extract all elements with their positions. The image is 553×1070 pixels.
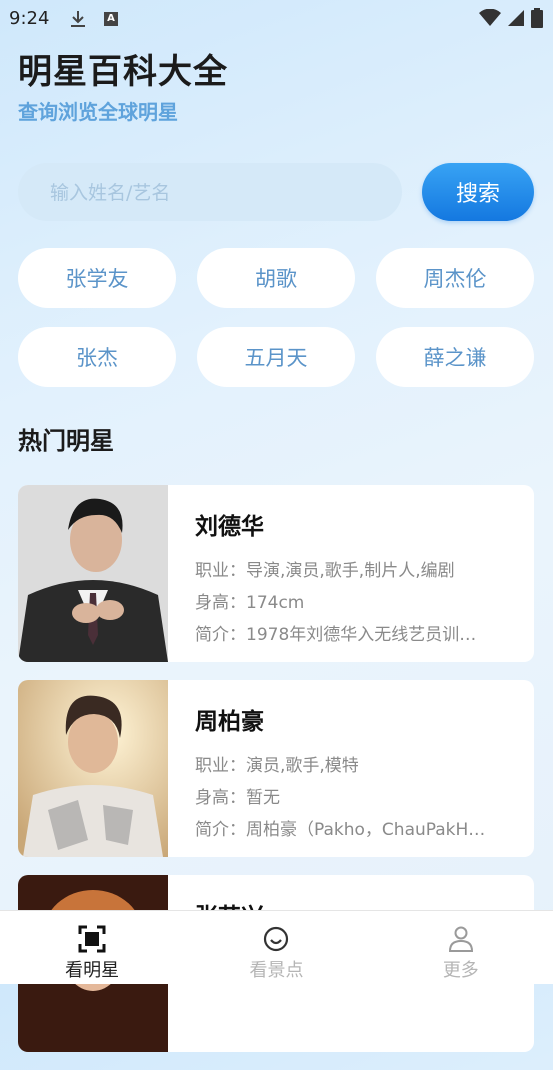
star-intro: 简介：周柏豪（Pakho，ChauPakH… xyxy=(195,820,486,840)
star-card[interactable]: 周柏豪 职业：演员,歌手,模特 身高：暂无 简介：周柏豪（Pakho，ChauP… xyxy=(18,680,534,857)
tag-button[interactable]: 张杰 xyxy=(18,327,176,387)
star-height: 身高：174cm xyxy=(195,593,305,613)
tag-button[interactable]: 张学友 xyxy=(18,248,176,308)
download-icon xyxy=(70,9,86,33)
star-card[interactable]: 刘德华 职业：导演,演员,歌手,制片人,编剧 身高：174cm 简介：1978年… xyxy=(18,485,534,662)
star-info: 周柏豪 职业：演员,歌手,模特 身高：暂无 简介：周柏豪（Pakho，ChauP… xyxy=(195,702,520,846)
smile-icon xyxy=(264,926,289,952)
status-time: 9:24 xyxy=(9,8,50,29)
tag-button[interactable]: 薛之谦 xyxy=(376,327,534,387)
tag-button[interactable]: 周杰伦 xyxy=(376,248,534,308)
status-bar: 9:24 A xyxy=(0,0,553,40)
status-icons xyxy=(479,8,543,28)
star-photo xyxy=(18,680,168,857)
battery-icon xyxy=(531,8,543,28)
nav-item-stars[interactable]: 看明星 xyxy=(0,911,184,984)
star-occupation: 职业：导演,演员,歌手,制片人,编剧 xyxy=(195,561,455,581)
scan-frame-icon xyxy=(78,925,106,953)
page-title: 明星百科大全 xyxy=(18,52,228,92)
app-notification-icon: A xyxy=(104,12,118,26)
search-input[interactable] xyxy=(48,163,382,223)
star-height: 身高：暂无 xyxy=(195,788,280,808)
bottom-nav: 看明星 看景点 更多 xyxy=(0,910,553,984)
nav-label: 看景点 xyxy=(249,960,304,981)
search-button[interactable]: 搜索 xyxy=(422,163,534,221)
nav-item-more[interactable]: 更多 xyxy=(369,911,553,984)
page-subtitle: 查询浏览全球明星 xyxy=(18,100,178,124)
star-name: 刘德华 xyxy=(195,514,264,540)
wifi-icon xyxy=(479,9,501,26)
search-box xyxy=(18,163,402,223)
star-occupation: 职业：演员,歌手,模特 xyxy=(195,756,359,776)
star-intro: 简介：1978年刘德华入无线艺员训… xyxy=(195,625,477,645)
nav-label: 更多 xyxy=(442,960,479,981)
nav-label: 看明星 xyxy=(65,960,120,981)
tag-button[interactable]: 五月天 xyxy=(197,327,355,387)
section-title: 热门明星 xyxy=(18,427,114,455)
signal-icon xyxy=(508,10,524,26)
quick-tags: 张学友 胡歌 周杰伦 张杰 五月天 薛之谦 xyxy=(18,248,534,387)
person-icon xyxy=(448,926,473,952)
star-info: 刘德华 职业：导演,演员,歌手,制片人,编剧 身高：174cm 简介：1978年… xyxy=(195,507,520,651)
star-name: 周柏豪 xyxy=(195,709,264,735)
star-photo xyxy=(18,485,168,662)
nav-item-spots[interactable]: 看景点 xyxy=(184,911,368,984)
tag-button[interactable]: 胡歌 xyxy=(197,248,355,308)
